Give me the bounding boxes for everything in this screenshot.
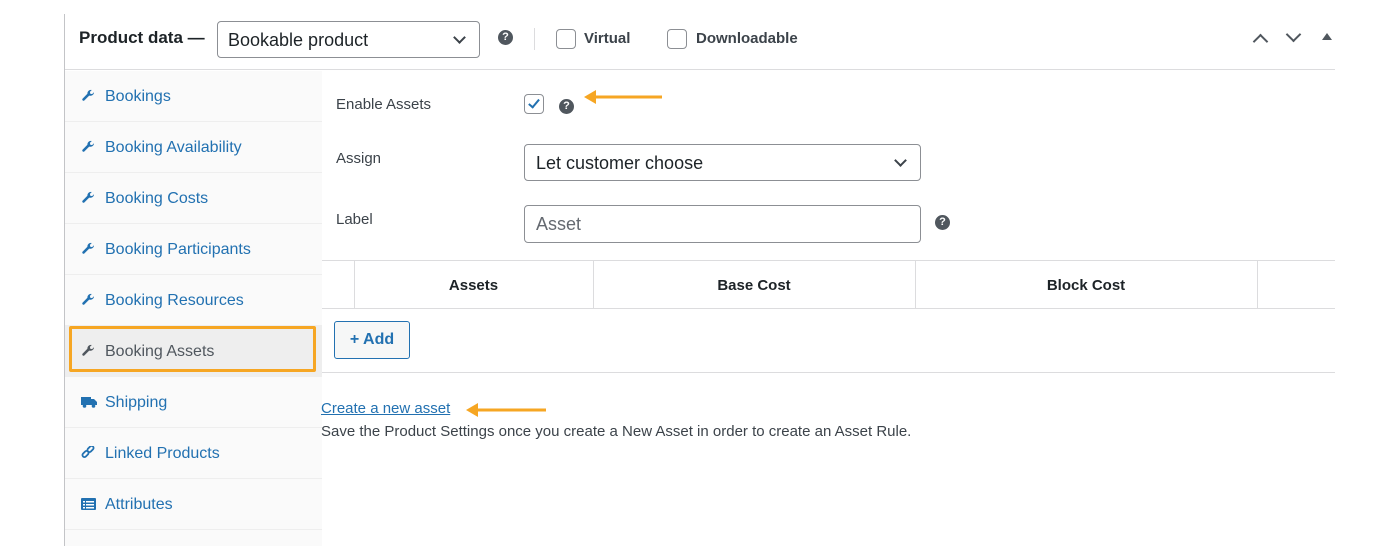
annotation-arrow-icon xyxy=(466,403,546,417)
truck-icon xyxy=(81,395,97,409)
downloadable-label[interactable]: Downloadable xyxy=(696,30,798,47)
list-icon xyxy=(81,497,96,511)
divider xyxy=(534,28,535,50)
chevron-down-icon xyxy=(894,154,907,167)
tab-booking-availability[interactable]: Booking Availability xyxy=(65,122,322,173)
column-header-assets: Assets xyxy=(448,277,499,294)
link-icon xyxy=(81,446,95,460)
product-data-tabs: Bookings Booking Availability Booking Co… xyxy=(65,71,322,546)
table-divider xyxy=(1257,260,1258,308)
save-settings-note: Save the Product Settings once you creat… xyxy=(321,423,912,440)
sidebar-item-label: Booking Availability xyxy=(105,139,242,156)
help-icon[interactable]: ? xyxy=(935,215,950,230)
move-up-icon[interactable] xyxy=(1252,33,1269,50)
sidebar-item-label: Booking Resources xyxy=(105,292,244,309)
label-field-label: Label xyxy=(336,211,373,228)
help-icon[interactable]: ? xyxy=(498,30,513,45)
table-border xyxy=(322,308,1335,309)
enable-assets-checkbox[interactable] xyxy=(524,94,544,114)
sidebar-item-label: Shipping xyxy=(105,394,168,411)
product-type-value: Bookable product xyxy=(228,30,369,50)
tab-booking-participants[interactable]: Booking Participants xyxy=(65,224,322,275)
wrench-icon xyxy=(81,191,95,205)
wrench-icon xyxy=(81,89,95,103)
create-new-asset-link[interactable]: Create a new asset xyxy=(321,400,450,417)
product-type-select[interactable]: Bookable product xyxy=(217,21,480,58)
sidebar-item-label: Booking Costs xyxy=(105,190,209,207)
table-border xyxy=(322,260,1335,261)
column-header-base-cost: Base Cost xyxy=(717,277,791,294)
wrench-icon xyxy=(81,242,95,256)
divider xyxy=(322,372,1335,373)
help-icon[interactable]: ? xyxy=(559,99,574,114)
sidebar-item-label: Linked Products xyxy=(105,445,220,462)
virtual-label[interactable]: Virtual xyxy=(584,30,630,47)
label-input[interactable]: Asset xyxy=(524,205,921,243)
label-placeholder: Asset xyxy=(536,214,582,234)
tab-booking-resources[interactable]: Booking Resources xyxy=(65,275,322,326)
sidebar-item-label: Bookings xyxy=(105,88,171,105)
virtual-checkbox[interactable] xyxy=(556,29,576,49)
assign-label: Assign xyxy=(336,150,382,167)
enable-assets-label: Enable Assets xyxy=(336,96,432,113)
tab-shipping[interactable]: Shipping xyxy=(65,377,322,428)
sidebar-item-label: Booking Participants xyxy=(105,241,251,258)
checkmark-icon xyxy=(528,96,540,109)
tab-attributes[interactable]: Attributes xyxy=(65,479,322,530)
tab-bookings[interactable]: Bookings xyxy=(65,71,322,122)
chevron-down-icon xyxy=(453,31,466,44)
sidebar-item-label: Attributes xyxy=(105,496,173,513)
tab-booking-costs[interactable]: Booking Costs xyxy=(65,173,322,224)
tab-linked-products[interactable]: Linked Products xyxy=(65,428,322,479)
column-header-block-cost: Block Cost xyxy=(1046,277,1126,294)
product-data-title: Product data — xyxy=(79,28,205,47)
wrench-icon xyxy=(81,140,95,154)
active-tab-highlight xyxy=(69,326,316,372)
product-data-header: Product data — Bookable product ? Virtua… xyxy=(65,14,1335,70)
add-asset-button[interactable]: + Add xyxy=(334,321,410,359)
assign-select[interactable]: Let customer choose xyxy=(524,144,921,181)
move-down-icon[interactable] xyxy=(1285,26,1302,43)
collapse-toggle-icon[interactable] xyxy=(1322,33,1332,40)
wrench-icon xyxy=(81,293,95,307)
assign-value: Let customer choose xyxy=(536,153,704,173)
downloadable-checkbox[interactable] xyxy=(667,29,687,49)
annotation-arrow-icon xyxy=(584,90,662,104)
